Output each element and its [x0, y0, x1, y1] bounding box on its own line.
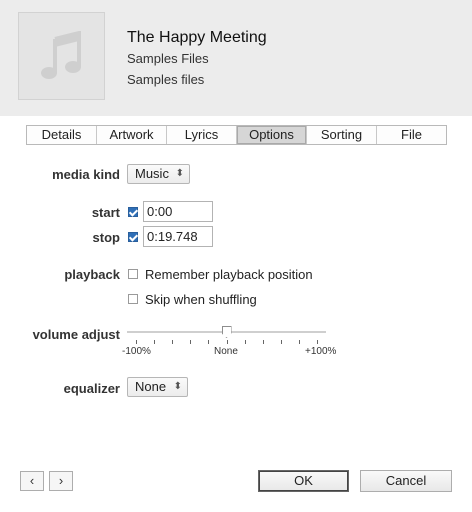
music-note-icon [40, 31, 81, 79]
volume-tick [208, 340, 210, 344]
song-title: The Happy Meeting [127, 29, 267, 46]
volume-tick [280, 340, 282, 344]
volume-max-label: +100% [305, 346, 337, 357]
start-checkbox[interactable] [128, 207, 138, 217]
chevron-updown-icon: ⬍ [173, 381, 182, 392]
media-kind-value: Music [135, 166, 169, 181]
volume-tick [298, 340, 300, 344]
chevron-updown-icon: ⬍ [175, 168, 184, 179]
volume-tick [154, 340, 156, 344]
stop-label: stop [92, 230, 120, 245]
start-time-field[interactable]: 0:00 [143, 201, 213, 222]
volume-tick [317, 340, 318, 344]
chevron-left-icon: ‹ [29, 473, 35, 488]
skip-shuffling-label: Skip when shuffling [145, 292, 257, 307]
remember-position-checkbox[interactable] [128, 269, 138, 279]
ok-button[interactable]: OK [258, 470, 349, 492]
cancel-button[interactable]: Cancel [360, 470, 452, 492]
volume-tick [136, 340, 137, 344]
media-kind-select[interactable]: Music ⬍ [127, 164, 190, 184]
start-label: start [91, 205, 120, 220]
tab-details[interactable]: Details [27, 126, 97, 144]
chevron-right-icon: › [58, 473, 64, 488]
previous-item-button[interactable]: ‹ [20, 471, 44, 491]
volume-tick [226, 340, 228, 344]
next-item-button[interactable]: › [49, 471, 73, 491]
tab-sorting[interactable]: Sorting [307, 126, 377, 144]
volume-tick [244, 340, 246, 344]
media-kind-label: media kind [52, 167, 120, 182]
album-artwork[interactable] [18, 12, 105, 100]
tab-file[interactable]: File [377, 126, 446, 144]
tab-lyrics[interactable]: Lyrics [167, 126, 237, 144]
volume-adjust-label: volume adjust [32, 327, 120, 342]
equalizer-select[interactable]: None ⬍ [127, 377, 188, 397]
volume-tick [190, 340, 192, 344]
volume-tick [172, 340, 174, 344]
song-artist: Samples Files [127, 51, 209, 66]
volume-min-label: -100% [122, 346, 151, 357]
tab-options[interactable]: Options [237, 126, 307, 144]
stop-checkbox[interactable] [128, 232, 138, 242]
skip-shuffling-checkbox[interactable] [128, 294, 138, 304]
stop-time-field[interactable]: 0:19.748 [143, 226, 213, 247]
tab-artwork[interactable]: Artwork [97, 126, 167, 144]
volume-slider-thumb[interactable] [221, 326, 232, 338]
tab-bar: Details Artwork Lyrics Options Sorting F… [26, 125, 447, 145]
volume-mid-label: None [214, 346, 238, 357]
equalizer-value: None [135, 379, 167, 394]
playback-label: playback [64, 267, 120, 282]
song-album: Samples files [127, 72, 205, 87]
volume-tick [262, 340, 264, 344]
equalizer-label: equalizer [63, 381, 120, 396]
remember-position-label: Remember playback position [145, 267, 313, 282]
header: The Happy Meeting Samples Files Samples … [0, 0, 472, 116]
